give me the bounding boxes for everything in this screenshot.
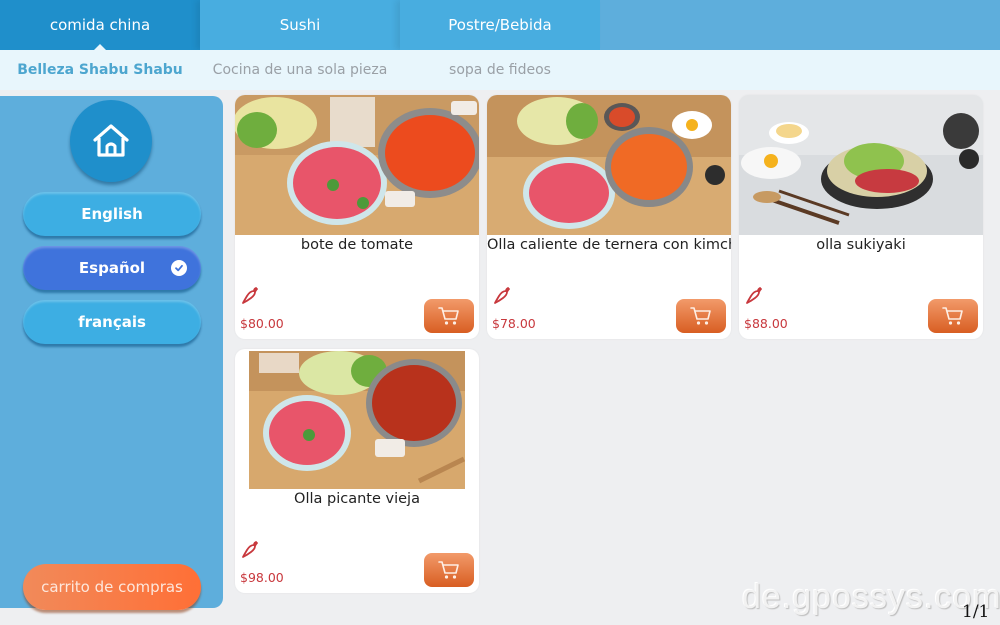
shopping-cart-label: carrito de compras <box>41 578 183 596</box>
home-icon <box>93 124 129 157</box>
product-image-tomato-hot-pot <box>235 95 479 235</box>
product-price: $88.00 <box>744 316 788 331</box>
product-price: $80.00 <box>240 316 284 331</box>
tab-sushi[interactable]: Sushi <box>200 0 400 50</box>
product-image-kimchi-beef-hot-pot <box>487 95 731 235</box>
product-image-spicy-hot-pot <box>249 351 465 489</box>
chili-icon <box>242 287 258 304</box>
product-card[interactable]: Olla caliente de ternera con kimchi $78.… <box>487 95 731 339</box>
product-card[interactable]: Olla picante vieja $98.00 <box>235 349 479 593</box>
language-label: English <box>81 205 143 223</box>
category-tabs: comida china Sushi Postre/Bebida <box>0 0 1000 50</box>
product-price: $98.00 <box>240 570 284 585</box>
subtab-cocina-una-sola-pieza[interactable]: Cocina de una sola pieza <box>200 62 400 78</box>
sidebar: English Español français carrito de comp… <box>0 96 223 610</box>
subtab-sopa-de-fideos[interactable]: sopa de fideos <box>400 62 600 78</box>
subtab-belleza-shabu-shabu[interactable]: Belleza Shabu Shabu <box>0 62 200 78</box>
product-name: olla sukiyaki <box>816 237 906 253</box>
chili-icon <box>494 287 510 304</box>
add-to-cart-button[interactable] <box>676 299 726 333</box>
shopping-cart-button[interactable]: carrito de compras <box>23 564 201 610</box>
tab-comida-china[interactable]: comida china <box>0 0 200 50</box>
product-image-sukiyaki-pot <box>739 95 983 235</box>
product-price: $78.00 <box>492 316 536 331</box>
product-name: Olla picante vieja <box>294 491 420 507</box>
subcategory-tabs: Belleza Shabu Shabu Cocina de una sola p… <box>0 50 1000 90</box>
add-to-cart-button[interactable] <box>424 299 474 333</box>
product-card[interactable]: olla sukiyaki $88.00 <box>739 95 983 339</box>
product-card[interactable]: bote de tomate $80.00 <box>235 95 479 339</box>
tab-postre-bebida[interactable]: Postre/Bebida <box>400 0 600 50</box>
chili-icon <box>242 541 258 558</box>
cart-icon <box>942 307 963 325</box>
add-to-cart-button[interactable] <box>424 553 474 587</box>
home-button[interactable] <box>70 100 152 182</box>
language-label: Español <box>78 259 146 277</box>
chili-icon <box>746 287 762 304</box>
language-francais-button[interactable]: français <box>23 300 201 344</box>
language-english-button[interactable]: English <box>23 192 201 236</box>
product-name: Olla caliente de ternera con kimchi <box>487 237 731 253</box>
add-to-cart-button[interactable] <box>928 299 978 333</box>
language-label: français <box>78 313 146 331</box>
language-espanol-button[interactable]: Español <box>23 246 201 290</box>
cart-icon <box>438 561 459 579</box>
check-icon <box>171 260 187 276</box>
product-name: bote de tomate <box>300 237 414 253</box>
cart-icon <box>690 307 711 325</box>
page-indicator: 1/1 <box>962 602 990 622</box>
cart-icon <box>438 307 459 325</box>
